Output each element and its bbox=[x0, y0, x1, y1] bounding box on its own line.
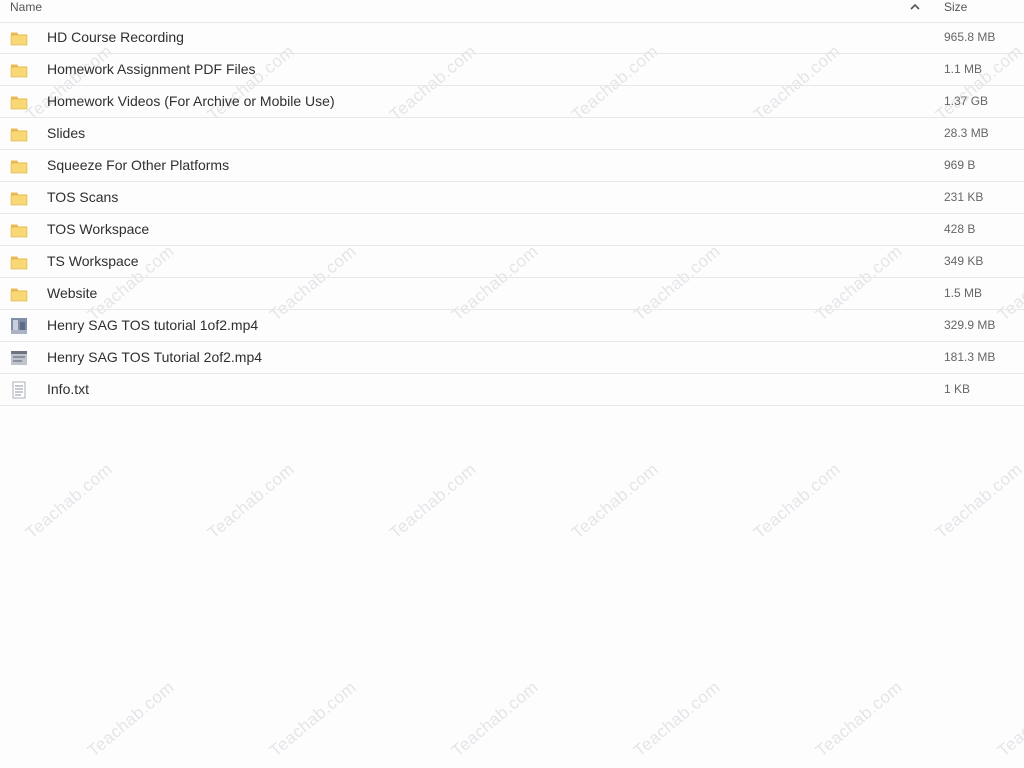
file-size: 349 KB bbox=[944, 254, 984, 268]
folder-icon bbox=[10, 221, 28, 239]
file-row[interactable]: Henry SAG TOS Tutorial 2of2.mp4 181.3 MB bbox=[0, 342, 1024, 374]
file-name[interactable]: Slides bbox=[47, 118, 85, 148]
watermark-text: Teachab.com bbox=[22, 459, 116, 543]
file-size: 1.5 MB bbox=[944, 286, 983, 300]
file-size: 1 KB bbox=[944, 382, 971, 396]
watermark-text: Teachab.com bbox=[812, 677, 906, 761]
column-header-row: Name Size bbox=[0, 0, 1024, 23]
file-row[interactable]: Henry SAG TOS tutorial 1of2.mp4 329.9 MB bbox=[0, 310, 1024, 342]
file-size: 231 KB bbox=[944, 190, 984, 204]
file-list: HD Course Recording 965.8 MB Homework As… bbox=[0, 22, 1024, 406]
file-size: 965.8 MB bbox=[944, 30, 996, 44]
watermark-text: Teachab.com bbox=[266, 677, 360, 761]
folder-icon bbox=[10, 253, 28, 271]
file-size: 28.3 MB bbox=[944, 126, 989, 140]
column-header-size[interactable]: Size bbox=[944, 0, 967, 14]
file-size: 1.1 MB bbox=[944, 62, 983, 76]
file-size: 428 B bbox=[944, 222, 976, 236]
file-name[interactable]: Website bbox=[47, 278, 97, 308]
watermark-text: Teachab.com bbox=[932, 459, 1024, 543]
file-name[interactable]: Homework Assignment PDF Files bbox=[47, 54, 256, 84]
file-row[interactable]: Website 1.5 MB bbox=[0, 278, 1024, 310]
file-row[interactable]: Info.txt 1 KB bbox=[0, 374, 1024, 406]
file-browser: Teachab.com Teachab.com Teachab.com Teachab… bbox=[0, 0, 1024, 768]
folder-icon bbox=[10, 93, 28, 111]
file-row[interactable]: TOS Workspace 428 B bbox=[0, 214, 1024, 246]
watermark-text: Teachab.com bbox=[568, 459, 662, 543]
watermark-text: Teachab.com bbox=[630, 677, 724, 761]
file-name[interactable]: TOS Scans bbox=[47, 182, 118, 212]
file-row[interactable]: TS Workspace 349 KB bbox=[0, 246, 1024, 278]
folder-icon bbox=[10, 29, 28, 47]
watermark-text: Teachab.com bbox=[750, 459, 844, 543]
file-name[interactable]: Homework Videos (For Archive or Mobile U… bbox=[47, 86, 335, 116]
file-row[interactable]: Slides 28.3 MB bbox=[0, 118, 1024, 150]
folder-icon bbox=[10, 285, 28, 303]
chevron-up-icon[interactable] bbox=[909, 2, 921, 12]
watermark-text: Teachab.com bbox=[448, 677, 542, 761]
file-size: 329.9 MB bbox=[944, 318, 996, 332]
video-file-icon bbox=[10, 317, 28, 335]
watermark-text: Teachab.com bbox=[84, 677, 178, 761]
file-name[interactable]: TS Workspace bbox=[47, 246, 139, 276]
folder-icon bbox=[10, 61, 28, 79]
video-file-icon bbox=[10, 349, 28, 367]
file-row[interactable]: Squeeze For Other Platforms 969 B bbox=[0, 150, 1024, 182]
file-name[interactable]: HD Course Recording bbox=[47, 22, 184, 52]
file-size: 969 B bbox=[944, 158, 976, 172]
file-name[interactable]: Henry SAG TOS Tutorial 2of2.mp4 bbox=[47, 342, 262, 372]
file-size: 1.37 GB bbox=[944, 94, 989, 108]
folder-icon bbox=[10, 189, 28, 207]
file-name[interactable]: Squeeze For Other Platforms bbox=[47, 150, 229, 180]
folder-icon bbox=[10, 157, 28, 175]
folder-icon bbox=[10, 125, 28, 143]
file-row[interactable]: TOS Scans 231 KB bbox=[0, 182, 1024, 214]
file-row[interactable]: Homework Videos (For Archive or Mobile U… bbox=[0, 86, 1024, 118]
watermark-text: Teachab.com bbox=[994, 677, 1024, 761]
file-name[interactable]: Henry SAG TOS tutorial 1of2.mp4 bbox=[47, 310, 258, 340]
file-name[interactable]: Info.txt bbox=[47, 374, 89, 404]
file-size: 181.3 MB bbox=[944, 350, 996, 364]
text-file-icon bbox=[10, 381, 28, 399]
file-name[interactable]: TOS Workspace bbox=[47, 214, 149, 244]
watermark-text: Teachab.com bbox=[386, 459, 480, 543]
column-header-name[interactable]: Name bbox=[10, 0, 42, 14]
watermark-text: Teachab.com bbox=[204, 459, 298, 543]
file-row[interactable]: Homework Assignment PDF Files 1.1 MB bbox=[0, 54, 1024, 86]
file-row[interactable]: HD Course Recording 965.8 MB bbox=[0, 22, 1024, 54]
